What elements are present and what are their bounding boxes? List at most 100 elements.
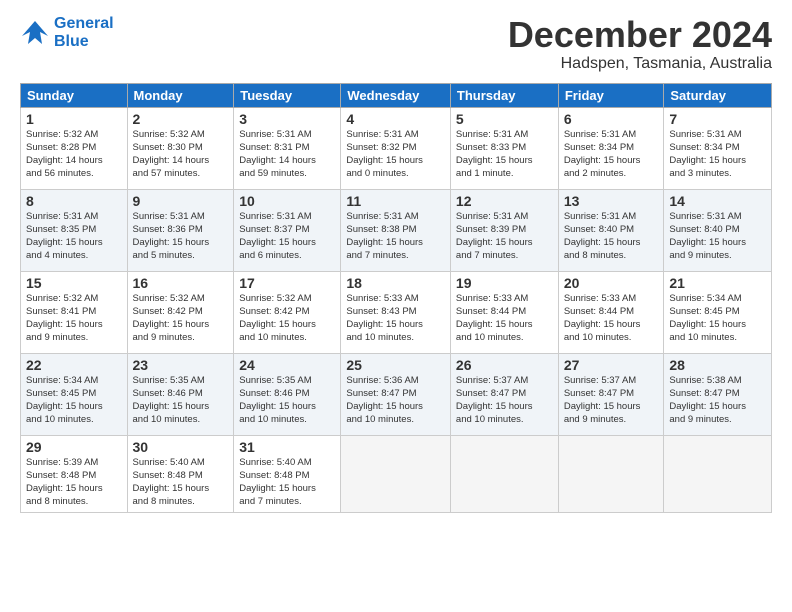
- day-number: 15: [26, 275, 122, 291]
- location-subtitle: Hadspen, Tasmania, Australia: [508, 55, 772, 73]
- calendar-cell: 9Sunrise: 5:31 AM Sunset: 8:36 PM Daylig…: [127, 189, 234, 271]
- day-number: 11: [346, 193, 445, 209]
- day-info: Sunrise: 5:31 AM Sunset: 8:40 PM Dayligh…: [669, 210, 766, 263]
- day-number: 9: [133, 193, 229, 209]
- calendar-cell: 1Sunrise: 5:32 AM Sunset: 8:28 PM Daylig…: [21, 107, 128, 189]
- header: General Blue December 2024 Hadspen, Tasm…: [20, 15, 772, 73]
- day-number: 10: [239, 193, 335, 209]
- calendar-header-row: Sunday Monday Tuesday Wednesday Thursday…: [21, 83, 772, 107]
- day-info: Sunrise: 5:31 AM Sunset: 8:40 PM Dayligh…: [564, 210, 659, 263]
- col-wednesday: Wednesday: [341, 83, 451, 107]
- day-number: 18: [346, 275, 445, 291]
- calendar-cell: 20Sunrise: 5:33 AM Sunset: 8:44 PM Dayli…: [558, 271, 664, 353]
- calendar-table: Sunday Monday Tuesday Wednesday Thursday…: [20, 83, 772, 513]
- day-number: 27: [564, 357, 659, 373]
- calendar-cell: 7Sunrise: 5:31 AM Sunset: 8:34 PM Daylig…: [664, 107, 772, 189]
- col-saturday: Saturday: [664, 83, 772, 107]
- day-info: Sunrise: 5:36 AM Sunset: 8:47 PM Dayligh…: [346, 374, 445, 427]
- calendar-cell: 2Sunrise: 5:32 AM Sunset: 8:30 PM Daylig…: [127, 107, 234, 189]
- day-number: 30: [133, 439, 229, 455]
- calendar-cell: 28Sunrise: 5:38 AM Sunset: 8:47 PM Dayli…: [664, 353, 772, 435]
- calendar-cell: 4Sunrise: 5:31 AM Sunset: 8:32 PM Daylig…: [341, 107, 451, 189]
- day-number: 23: [133, 357, 229, 373]
- day-info: Sunrise: 5:31 AM Sunset: 8:35 PM Dayligh…: [26, 210, 122, 263]
- day-info: Sunrise: 5:40 AM Sunset: 8:48 PM Dayligh…: [133, 456, 229, 509]
- day-number: 8: [26, 193, 122, 209]
- calendar-cell: 8Sunrise: 5:31 AM Sunset: 8:35 PM Daylig…: [21, 189, 128, 271]
- day-info: Sunrise: 5:31 AM Sunset: 8:31 PM Dayligh…: [239, 128, 335, 181]
- day-number: 24: [239, 357, 335, 373]
- calendar-cell: 21Sunrise: 5:34 AM Sunset: 8:45 PM Dayli…: [664, 271, 772, 353]
- logo-icon: [20, 18, 50, 48]
- day-info: Sunrise: 5:32 AM Sunset: 8:28 PM Dayligh…: [26, 128, 122, 181]
- day-info: Sunrise: 5:31 AM Sunset: 8:37 PM Dayligh…: [239, 210, 335, 263]
- calendar-cell: 26Sunrise: 5:37 AM Sunset: 8:47 PM Dayli…: [450, 353, 558, 435]
- calendar-cell: 12Sunrise: 5:31 AM Sunset: 8:39 PM Dayli…: [450, 189, 558, 271]
- day-info: Sunrise: 5:31 AM Sunset: 8:34 PM Dayligh…: [669, 128, 766, 181]
- day-number: 19: [456, 275, 553, 291]
- calendar-cell: 11Sunrise: 5:31 AM Sunset: 8:38 PM Dayli…: [341, 189, 451, 271]
- day-number: 2: [133, 111, 229, 127]
- day-number: 29: [26, 439, 122, 455]
- col-friday: Friday: [558, 83, 664, 107]
- day-number: 3: [239, 111, 335, 127]
- day-info: Sunrise: 5:32 AM Sunset: 8:42 PM Dayligh…: [239, 292, 335, 345]
- day-number: 25: [346, 357, 445, 373]
- day-number: 1: [26, 111, 122, 127]
- calendar-week-row-3: 15Sunrise: 5:32 AM Sunset: 8:41 PM Dayli…: [21, 271, 772, 353]
- calendar-week-row-4: 22Sunrise: 5:34 AM Sunset: 8:45 PM Dayli…: [21, 353, 772, 435]
- day-info: Sunrise: 5:31 AM Sunset: 8:39 PM Dayligh…: [456, 210, 553, 263]
- day-info: Sunrise: 5:31 AM Sunset: 8:38 PM Dayligh…: [346, 210, 445, 263]
- calendar-cell: 29Sunrise: 5:39 AM Sunset: 8:48 PM Dayli…: [21, 435, 128, 512]
- calendar-week-row-1: 1Sunrise: 5:32 AM Sunset: 8:28 PM Daylig…: [21, 107, 772, 189]
- day-info: Sunrise: 5:33 AM Sunset: 8:44 PM Dayligh…: [456, 292, 553, 345]
- calendar-cell: 5Sunrise: 5:31 AM Sunset: 8:33 PM Daylig…: [450, 107, 558, 189]
- calendar-cell: 23Sunrise: 5:35 AM Sunset: 8:46 PM Dayli…: [127, 353, 234, 435]
- calendar-cell: 22Sunrise: 5:34 AM Sunset: 8:45 PM Dayli…: [21, 353, 128, 435]
- day-info: Sunrise: 5:40 AM Sunset: 8:48 PM Dayligh…: [239, 456, 335, 509]
- calendar-cell: 31Sunrise: 5:40 AM Sunset: 8:48 PM Dayli…: [234, 435, 341, 512]
- day-info: Sunrise: 5:34 AM Sunset: 8:45 PM Dayligh…: [669, 292, 766, 345]
- col-tuesday: Tuesday: [234, 83, 341, 107]
- calendar-cell: 18Sunrise: 5:33 AM Sunset: 8:43 PM Dayli…: [341, 271, 451, 353]
- calendar-cell: [664, 435, 772, 512]
- day-info: Sunrise: 5:39 AM Sunset: 8:48 PM Dayligh…: [26, 456, 122, 509]
- day-info: Sunrise: 5:32 AM Sunset: 8:30 PM Dayligh…: [133, 128, 229, 181]
- day-info: Sunrise: 5:31 AM Sunset: 8:33 PM Dayligh…: [456, 128, 553, 181]
- day-number: 12: [456, 193, 553, 209]
- logo-text: General Blue: [54, 15, 114, 50]
- day-info: Sunrise: 5:32 AM Sunset: 8:42 PM Dayligh…: [133, 292, 229, 345]
- calendar-cell: 10Sunrise: 5:31 AM Sunset: 8:37 PM Dayli…: [234, 189, 341, 271]
- day-info: Sunrise: 5:35 AM Sunset: 8:46 PM Dayligh…: [133, 374, 229, 427]
- calendar-cell: 15Sunrise: 5:32 AM Sunset: 8:41 PM Dayli…: [21, 271, 128, 353]
- title-block: December 2024 Hadspen, Tasmania, Austral…: [508, 15, 772, 73]
- calendar-cell: 27Sunrise: 5:37 AM Sunset: 8:47 PM Dayli…: [558, 353, 664, 435]
- calendar-cell: 17Sunrise: 5:32 AM Sunset: 8:42 PM Dayli…: [234, 271, 341, 353]
- day-number: 20: [564, 275, 659, 291]
- day-info: Sunrise: 5:31 AM Sunset: 8:32 PM Dayligh…: [346, 128, 445, 181]
- day-number: 31: [239, 439, 335, 455]
- day-number: 22: [26, 357, 122, 373]
- day-number: 5: [456, 111, 553, 127]
- day-info: Sunrise: 5:37 AM Sunset: 8:47 PM Dayligh…: [564, 374, 659, 427]
- day-number: 17: [239, 275, 335, 291]
- calendar-cell: 30Sunrise: 5:40 AM Sunset: 8:48 PM Dayli…: [127, 435, 234, 512]
- calendar-cell: 25Sunrise: 5:36 AM Sunset: 8:47 PM Dayli…: [341, 353, 451, 435]
- day-number: 7: [669, 111, 766, 127]
- calendar-week-row-2: 8Sunrise: 5:31 AM Sunset: 8:35 PM Daylig…: [21, 189, 772, 271]
- day-info: Sunrise: 5:34 AM Sunset: 8:45 PM Dayligh…: [26, 374, 122, 427]
- day-info: Sunrise: 5:33 AM Sunset: 8:44 PM Dayligh…: [564, 292, 659, 345]
- month-title: December 2024: [508, 15, 772, 55]
- day-number: 21: [669, 275, 766, 291]
- col-thursday: Thursday: [450, 83, 558, 107]
- day-number: 16: [133, 275, 229, 291]
- day-info: Sunrise: 5:38 AM Sunset: 8:47 PM Dayligh…: [669, 374, 766, 427]
- day-number: 4: [346, 111, 445, 127]
- calendar-cell: 14Sunrise: 5:31 AM Sunset: 8:40 PM Dayli…: [664, 189, 772, 271]
- day-number: 26: [456, 357, 553, 373]
- calendar-cell: 16Sunrise: 5:32 AM Sunset: 8:42 PM Dayli…: [127, 271, 234, 353]
- day-info: Sunrise: 5:33 AM Sunset: 8:43 PM Dayligh…: [346, 292, 445, 345]
- col-monday: Monday: [127, 83, 234, 107]
- col-sunday: Sunday: [21, 83, 128, 107]
- calendar-cell: 19Sunrise: 5:33 AM Sunset: 8:44 PM Dayli…: [450, 271, 558, 353]
